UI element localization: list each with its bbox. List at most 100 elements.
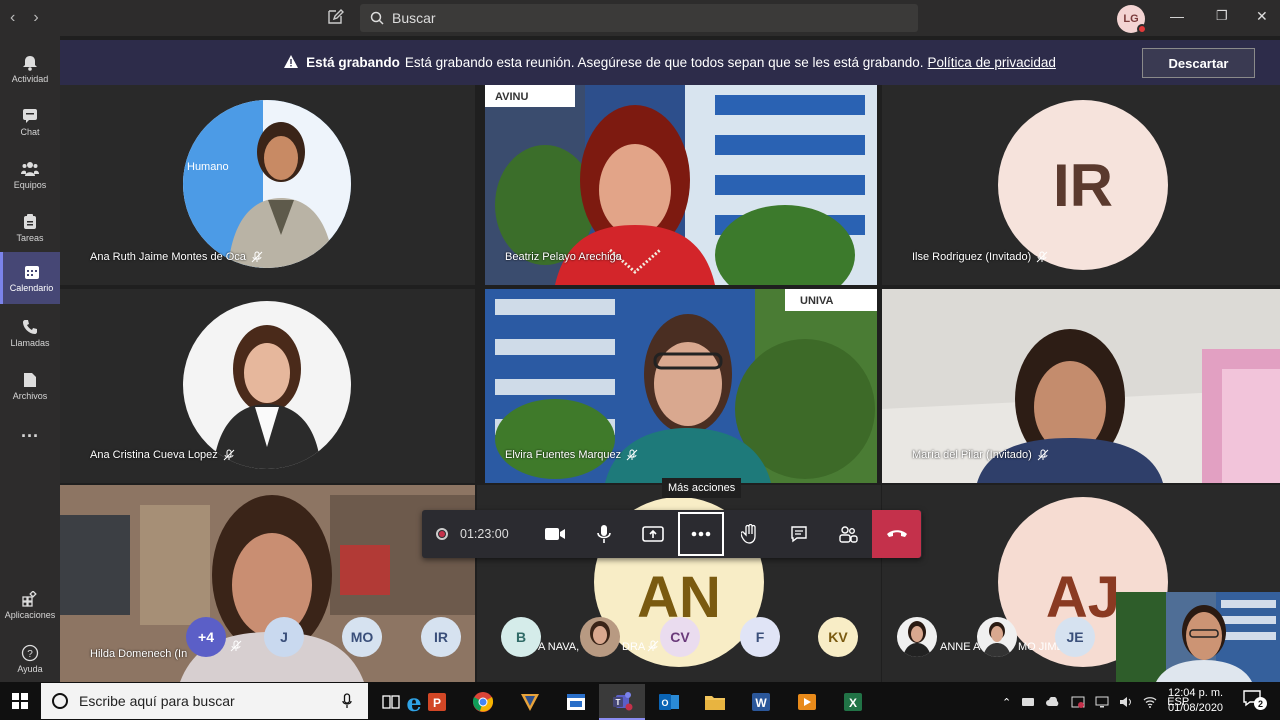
- compose-icon[interactable]: [326, 8, 344, 26]
- wifi-icon[interactable]: [1143, 696, 1157, 708]
- participant-name: Elvira Fuentes Marquez: [505, 449, 638, 461]
- media-player-icon: [798, 694, 816, 710]
- taskbar-app-word[interactable]: W: [738, 684, 784, 720]
- rail-item-ayuda[interactable]: ? Ayuda: [0, 634, 60, 684]
- strip-avatar[interactable]: JE: [1055, 617, 1095, 657]
- taskbar-app-outlook[interactable]: O: [646, 684, 692, 720]
- user-initials: LG: [1123, 13, 1139, 25]
- back-arrow-icon[interactable]: ‹: [10, 9, 15, 27]
- self-video: [1116, 592, 1280, 682]
- more-actions-button[interactable]: [678, 512, 724, 556]
- record-icon: [436, 528, 448, 540]
- taskbar-app-univa[interactable]: [507, 684, 553, 720]
- word-icon: W: [752, 693, 770, 711]
- teams-icon: [21, 161, 39, 177]
- security-icon[interactable]: [1071, 695, 1085, 709]
- strip-photo[interactable]: [580, 617, 620, 657]
- participant-video-tile[interactable]: Hilda Domenech (In: [60, 485, 475, 682]
- rail-item-chat[interactable]: Chat: [0, 97, 60, 147]
- minimize-icon[interactable]: —: [1170, 8, 1184, 24]
- display-icon[interactable]: [1095, 696, 1109, 708]
- onedrive-icon[interactable]: [1045, 697, 1061, 707]
- rail-item-llamadas[interactable]: Llamadas: [0, 308, 60, 358]
- teams-app-icon: T: [613, 692, 633, 711]
- strip-photo[interactable]: [977, 617, 1017, 657]
- share-screen-button[interactable]: [628, 510, 677, 558]
- user-avatar[interactable]: LG: [1117, 5, 1147, 34]
- warning-icon: [284, 54, 299, 71]
- outlook-icon: O: [659, 694, 679, 710]
- mic-off-icon: [626, 449, 638, 461]
- tray-app-icon[interactable]: [1021, 696, 1035, 708]
- participant-name: Ana Cristina Cueva Lopez: [90, 449, 235, 461]
- volume-icon[interactable]: [1119, 696, 1133, 708]
- rail-item-actividad[interactable]: Actividad: [0, 44, 60, 94]
- taskbar-app-explorer[interactable]: [692, 684, 738, 720]
- more-actions-tooltip: Más acciones: [662, 478, 742, 498]
- participant-video-tile[interactable]: María del Pilar (Invitado): [882, 289, 1280, 483]
- dismiss-button[interactable]: Descartar: [1142, 48, 1255, 78]
- rail-label: Tareas: [16, 232, 44, 243]
- rail-item-archivos[interactable]: Archivos: [0, 361, 60, 411]
- mic-button[interactable]: [579, 510, 628, 558]
- raise-hand-button[interactable]: [725, 510, 774, 558]
- strip-avatar[interactable]: B: [501, 617, 541, 657]
- strip-avatar[interactable]: IR: [421, 617, 461, 657]
- taskbar-app-excel[interactable]: X: [830, 684, 876, 720]
- self-view-video[interactable]: [1116, 592, 1280, 682]
- taskbar-app-ie[interactable]: e: [368, 684, 421, 720]
- privacy-link[interactable]: Política de privacidad: [928, 55, 1056, 70]
- call-controls: 01:23:00: [422, 510, 922, 558]
- participant-tile[interactable]: IR Ilse Rodriguez (Invitado): [882, 85, 1280, 285]
- restore-icon[interactable]: ❐: [1216, 8, 1228, 24]
- taskbar-app-chrome[interactable]: [460, 684, 506, 720]
- strip-avatar[interactable]: J: [264, 617, 304, 657]
- participant-name: Ana Ruth Jaime Montes de Oca: [90, 251, 263, 263]
- search-input[interactable]: Buscar: [360, 4, 918, 32]
- taskbar-app-media[interactable]: [784, 684, 830, 720]
- banner-text: Está grabando esta reunión. Asegúrese de…: [404, 55, 924, 70]
- participant-video-tile[interactable]: UNIVA Elvira Fuentes Marquez: [485, 289, 877, 483]
- rail-item-calendario[interactable]: Calendario: [0, 252, 60, 304]
- taskbar-app-powerpoint[interactable]: P: [414, 684, 460, 720]
- tasks-icon: [21, 213, 39, 230]
- rail-item-tareas[interactable]: Tareas: [0, 203, 60, 253]
- participants-button[interactable]: [823, 510, 872, 558]
- clock-time: 12:04 p. m.: [1168, 687, 1224, 699]
- camera-button[interactable]: [530, 510, 579, 558]
- rail-label: Chat: [20, 126, 40, 137]
- chat-button[interactable]: [774, 510, 823, 558]
- mic-off-icon: [1036, 251, 1048, 263]
- taskbar-app-window[interactable]: [553, 684, 599, 720]
- close-icon[interactable]: ✕: [1256, 8, 1268, 25]
- mic-off-icon: [647, 640, 659, 652]
- forward-arrow-icon[interactable]: ›: [33, 9, 38, 27]
- svg-text:Humano: Humano: [187, 161, 229, 173]
- participant-tile[interactable]: Ana Cristina Cueva Lopez: [60, 289, 475, 483]
- more-apps-icon[interactable]: ···: [0, 411, 60, 461]
- rail-label: Calendario: [9, 282, 54, 293]
- windows-start-button[interactable]: [0, 682, 40, 720]
- strip-avatar[interactable]: KV: [818, 617, 858, 657]
- hang-up-button[interactable]: [872, 510, 921, 558]
- participant-tile[interactable]: Humano Ana Ruth Jaime Montes de Oca: [60, 85, 475, 285]
- taskbar-clock[interactable]: 12:04 p. m. 01/08/2020: [1168, 686, 1223, 716]
- mic-icon: [596, 525, 611, 543]
- more-participants-badge[interactable]: +4: [186, 617, 226, 657]
- strip-avatar[interactable]: F: [740, 617, 780, 657]
- strip-avatar[interactable]: CV: [660, 617, 700, 657]
- strip-avatar[interactable]: MO: [342, 617, 382, 657]
- hand-icon: [740, 524, 756, 544]
- taskbar-app-teams[interactable]: T: [599, 684, 645, 720]
- taskbar-search-input[interactable]: Escribe aquí para buscar: [41, 683, 368, 719]
- rail-item-equipos[interactable]: Equipos: [0, 150, 60, 200]
- participant-photo: [183, 301, 351, 469]
- rail-label: Archivos: [12, 390, 48, 401]
- tray-chevron-icon[interactable]: ⌃: [1002, 696, 1011, 709]
- rail-item-aplicaciones[interactable]: Aplicaciones: [0, 580, 60, 630]
- strip-photo[interactable]: [897, 617, 937, 657]
- search-placeholder: Buscar: [392, 10, 436, 26]
- notification-center-button[interactable]: 2: [1242, 688, 1267, 713]
- share-screen-icon: [641, 526, 664, 542]
- participant-video-tile[interactable]: AVINU Beatriz Pelayo Arechiga: [485, 85, 877, 285]
